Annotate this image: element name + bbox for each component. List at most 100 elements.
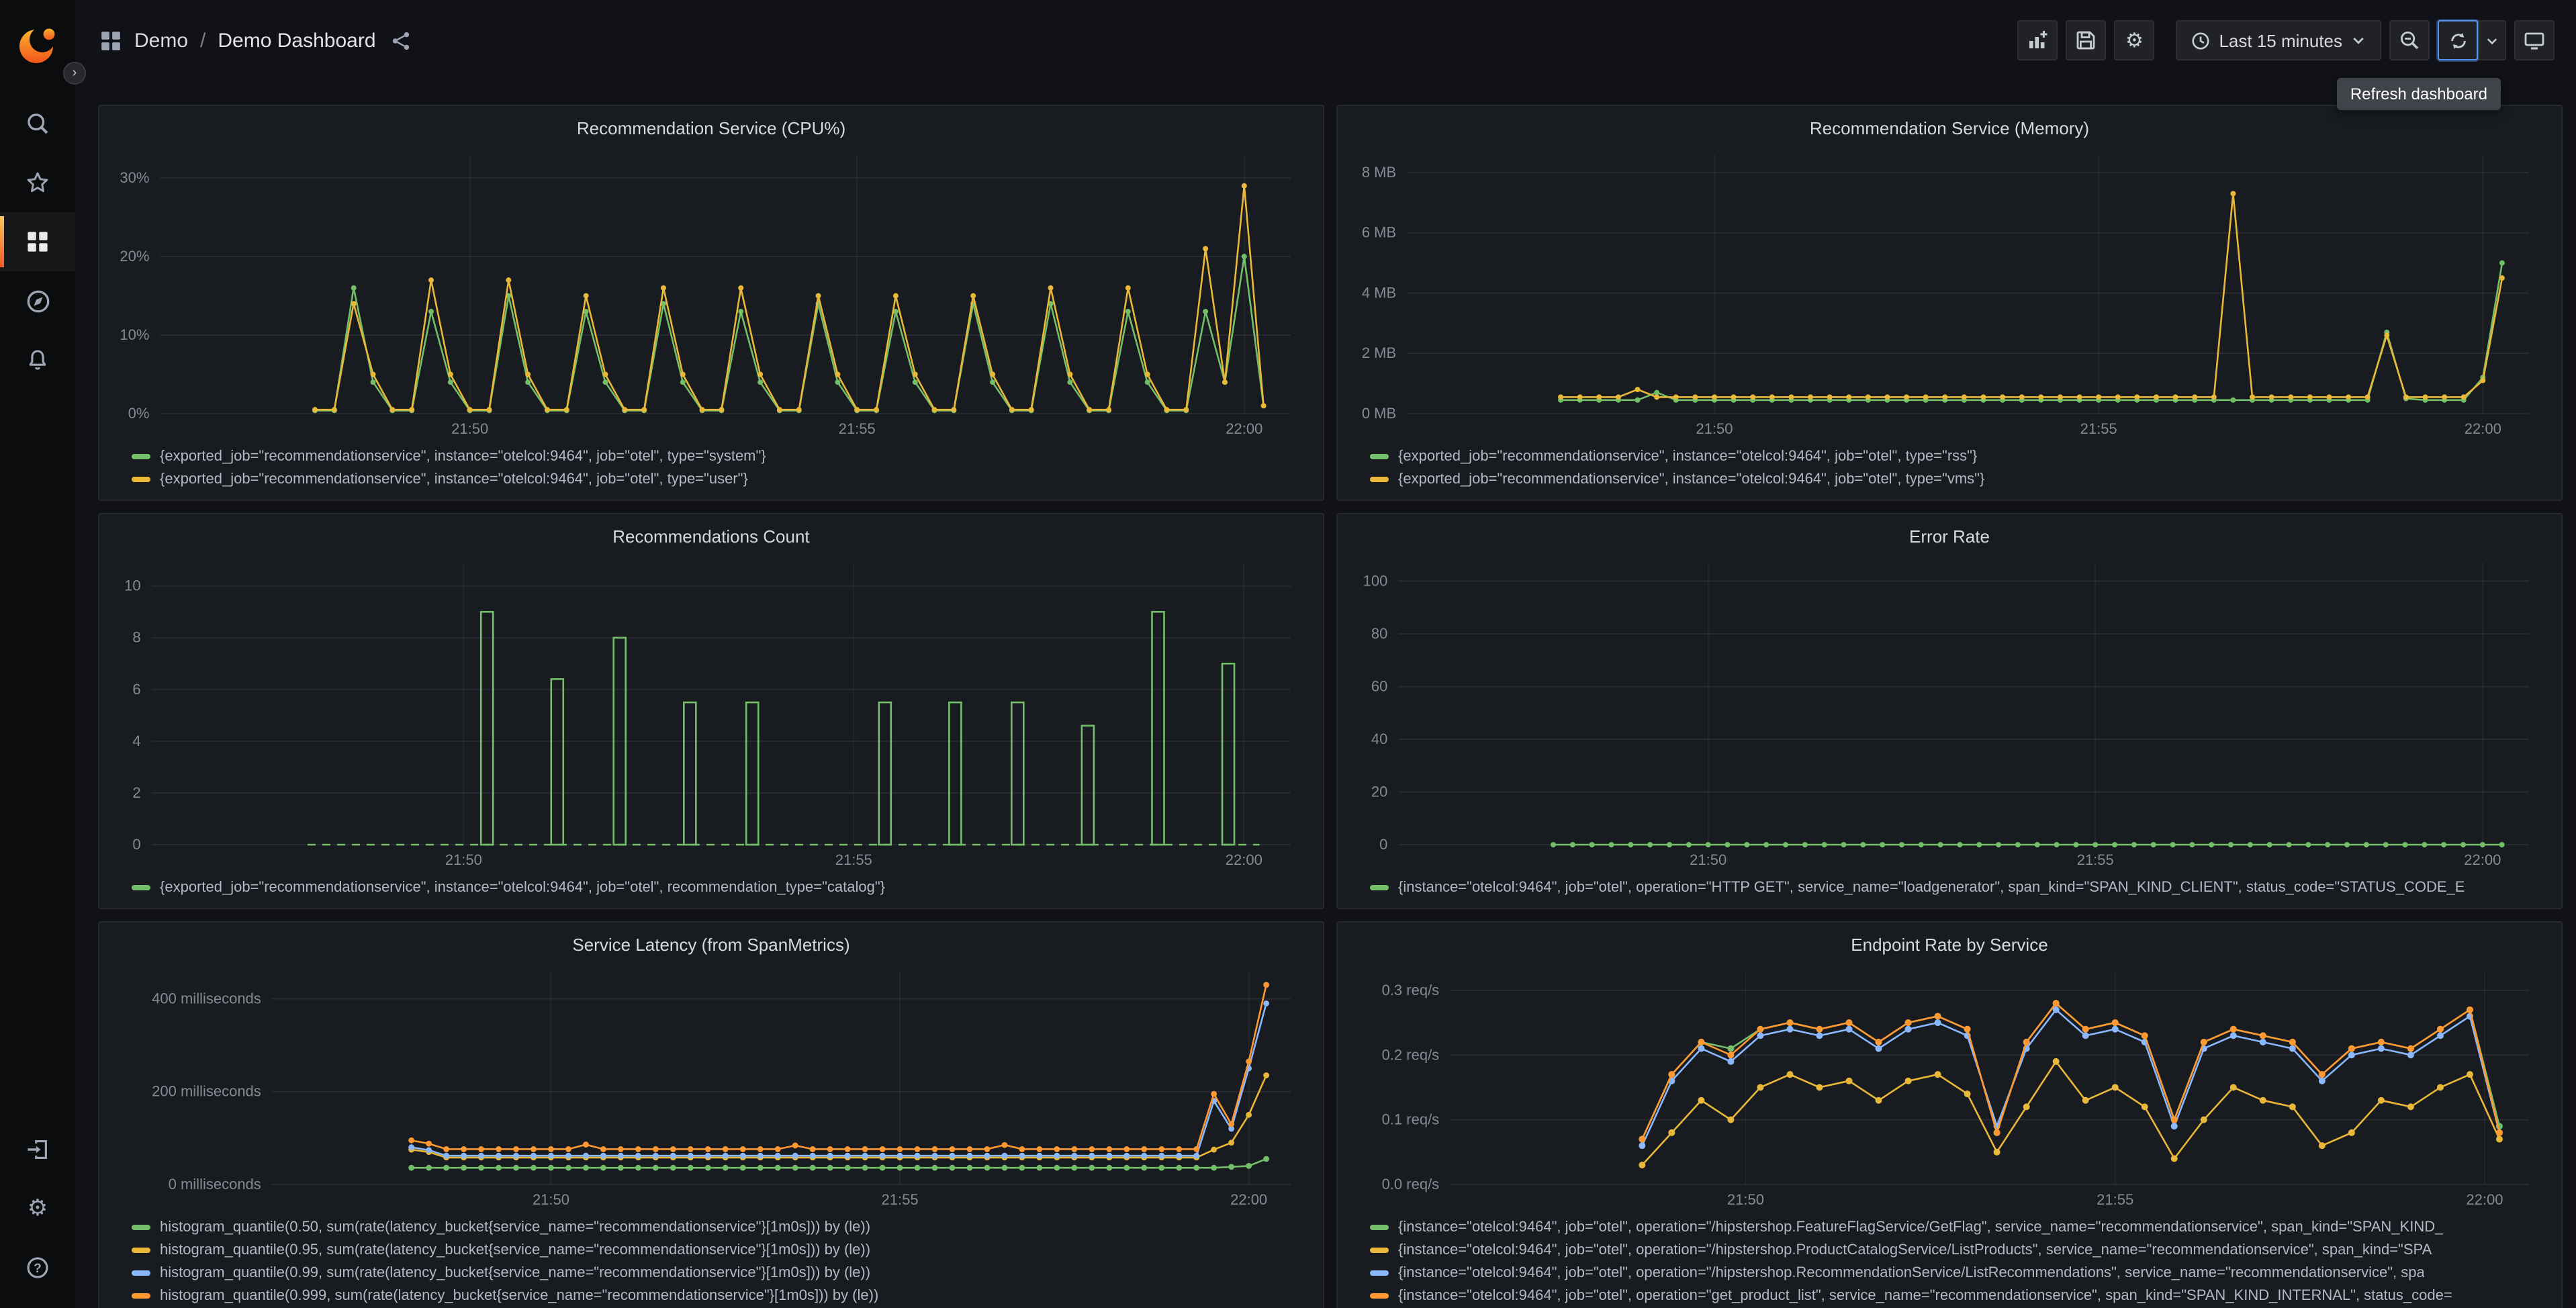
sidebar-item-explore[interactable]: [0, 271, 75, 330]
svg-text:200 milliseconds: 200 milliseconds: [152, 1083, 261, 1100]
svg-text:22:00: 22:00: [2466, 1191, 2503, 1208]
sign-in-icon: [28, 1140, 47, 1159]
add-panel-button[interactable]: [2017, 20, 2058, 60]
help-icon: ?: [27, 1257, 48, 1278]
series-label: {exported_job="recommendationservice", i…: [160, 879, 886, 895]
svg-text:21:50: 21:50: [533, 1191, 569, 1208]
svg-text:21:50: 21:50: [1727, 1191, 1764, 1208]
panel-title[interactable]: Recommendation Service (CPU%): [113, 113, 1309, 144]
legend-item[interactable]: {instance="otelcol:9464", job="otel", op…: [1370, 1238, 2542, 1261]
endpoint-rate-chart[interactable]: 21:50 21:55 22:00 0.0 req/s 0.1 req/s 0.2 req…: [1351, 960, 2548, 1211]
svg-text:10: 10: [124, 577, 140, 594]
dashboard-settings-button[interactable]: ⚙: [2114, 20, 2155, 60]
svg-text:0.0 req/s: 0.0 req/s: [1382, 1176, 1440, 1193]
panel-title[interactable]: Recommendation Service (Memory): [1351, 113, 2548, 144]
series-swatch: [1370, 476, 1389, 481]
legend-item[interactable]: {instance="otelcol:9464", job="otel", op…: [1370, 1284, 2542, 1307]
refresh-dashboard-button[interactable]: [2438, 20, 2478, 60]
svg-text:22:00: 22:00: [1230, 1191, 1267, 1208]
cycle-view-mode-button[interactable]: [2514, 20, 2555, 60]
svg-text:0.1 req/s: 0.1 req/s: [1382, 1111, 1440, 1128]
error-rate-chart[interactable]: 21:50 21:55 22:00 0 20 40 60 80 100: [1351, 552, 2548, 872]
save-dashboard-button[interactable]: [2066, 20, 2107, 60]
panel-title[interactable]: Service Latency (from SpanMetrics): [113, 929, 1309, 960]
legend-item[interactable]: histogram_quantile(0.50, sum(rate(latenc…: [132, 1215, 1304, 1238]
panel-service-latency: Service Latency (from SpanMetrics) 21:50…: [98, 921, 1324, 1308]
bell-icon: [29, 350, 46, 370]
breadcrumb-separator: /: [200, 29, 206, 52]
panel-recommendations-count: Recommendations Count 21:50 21:55 22:00 0 2 4…: [98, 513, 1324, 909]
zoom-out-time-button[interactable]: [2389, 20, 2430, 60]
sidebar-item-search[interactable]: [0, 94, 75, 153]
series-swatch: [132, 1293, 150, 1298]
series-label: {instance="otelcol:9464", job="otel", op…: [1398, 879, 2465, 895]
series-swatch: [1370, 1270, 1389, 1275]
breadcrumb-dashboard-title[interactable]: Demo Dashboard: [218, 29, 375, 52]
sidebar-expand-button[interactable]: ›: [63, 62, 86, 85]
svg-text:21:55: 21:55: [882, 1191, 919, 1208]
service-latency-chart[interactable]: 21:50 21:55 22:00 0 milliseconds 200 millise…: [113, 960, 1309, 1211]
recommendations-count-chart[interactable]: 21:50 21:55 22:00 0 2 4 6 8 10: [113, 552, 1309, 872]
breadcrumb-folder[interactable]: Demo: [134, 29, 188, 52]
svg-text:0%: 0%: [128, 405, 150, 422]
svg-text:100: 100: [1363, 572, 1388, 589]
series-swatch: [1370, 1224, 1389, 1229]
sidebar-item-dashboards[interactable]: [0, 212, 75, 271]
panel-cpu: Recommendation Service (CPU%) 21:50 21:55…: [98, 105, 1324, 501]
dashboard-grid: Recommendation Service (CPU%) 21:50 21:55…: [75, 81, 2576, 1308]
chevron-right-icon: ›: [72, 66, 77, 81]
svg-text:0: 0: [1379, 836, 1387, 853]
sidebar-item-help[interactable]: ?: [0, 1238, 75, 1297]
star-icon: [27, 172, 48, 193]
sidebar-item-signin[interactable]: [0, 1120, 75, 1179]
legend-item[interactable]: {instance="otelcol:9464", job="otel", op…: [1370, 1215, 2542, 1238]
svg-text:20%: 20%: [120, 248, 149, 265]
svg-text:22:00: 22:00: [2465, 420, 2501, 437]
legend: histogram_quantile(0.50, sum(rate(latenc…: [113, 1211, 1309, 1308]
legend-item[interactable]: {exported_job="recommendationservice", i…: [132, 876, 1304, 898]
legend-item[interactable]: histogram_quantile(0.999, sum(rate(laten…: [132, 1284, 1304, 1307]
legend-item[interactable]: histogram_quantile(0.99, sum(rate(latenc…: [132, 1261, 1304, 1284]
legend-item[interactable]: {instance="otelcol:9464", job="otel", op…: [1370, 876, 2542, 898]
svg-text:2: 2: [132, 784, 140, 801]
time-range-picker[interactable]: Last 15 minutes: [2176, 20, 2381, 60]
cpu-chart[interactable]: 21:50 21:55 22:00 0% 10% 20% 30%: [113, 144, 1309, 440]
legend-item[interactable]: {exported_job="recommendationservice", i…: [1370, 467, 2542, 490]
sidebar-item-alerting[interactable]: [0, 330, 75, 389]
svg-text:0 MB: 0 MB: [1362, 405, 1396, 422]
panel-title[interactable]: Recommendations Count: [113, 521, 1309, 552]
series-swatch: [132, 1247, 150, 1252]
legend-item[interactable]: {exported_job="recommendationservice", i…: [1370, 445, 2542, 467]
legend-item[interactable]: {exported_job="recommendationservice", i…: [132, 445, 1304, 467]
refresh-interval-dropdown[interactable]: [2477, 20, 2506, 60]
sidebar-item-starred[interactable]: [0, 153, 75, 212]
add-panel-icon: [2029, 31, 2048, 48]
series-label: histogram_quantile(0.50, sum(rate(latenc…: [160, 1219, 871, 1235]
sidebar-item-settings[interactable]: ⚙: [0, 1179, 75, 1238]
series-swatch: [1370, 1247, 1389, 1252]
svg-text:6: 6: [132, 681, 140, 698]
sidebar-menu: [0, 94, 75, 389]
svg-text:2 MB: 2 MB: [1362, 344, 1396, 361]
legend-item[interactable]: histogram_quantile(0.95, sum(rate(latenc…: [132, 1238, 1304, 1261]
svg-text:60: 60: [1371, 678, 1387, 694]
legend: {exported_job="recommendationservice", i…: [113, 872, 1309, 901]
series-swatch: [132, 1224, 150, 1229]
legend: {instance="otelcol:9464", job="otel", op…: [1351, 872, 2548, 901]
series-label: {exported_job="recommendationservice", i…: [160, 448, 766, 464]
svg-text:21:55: 21:55: [2097, 1191, 2133, 1208]
refresh-group: [2438, 20, 2506, 60]
legend-item[interactable]: {instance="otelcol:9464", job="otel", op…: [1370, 1261, 2542, 1284]
svg-text:22:00: 22:00: [2464, 851, 2501, 868]
search-icon: [28, 113, 48, 134]
svg-text:6 MB: 6 MB: [1362, 224, 1396, 241]
save-icon: [2077, 31, 2095, 50]
svg-text:22:00: 22:00: [1226, 420, 1262, 437]
legend-item[interactable]: {exported_job="recommendationservice", i…: [132, 467, 1304, 490]
chevron-down-icon: [2353, 38, 2364, 44]
panel-title[interactable]: Error Rate: [1351, 521, 2548, 552]
grafana-logo[interactable]: [0, 13, 75, 75]
share-dashboard-button[interactable]: [391, 30, 411, 50]
panel-title[interactable]: Endpoint Rate by Service: [1351, 929, 2548, 960]
memory-chart[interactable]: 21:50 21:55 22:00 0 MB 2 MB 4 MB 6 MB 8 MB: [1351, 144, 2548, 440]
